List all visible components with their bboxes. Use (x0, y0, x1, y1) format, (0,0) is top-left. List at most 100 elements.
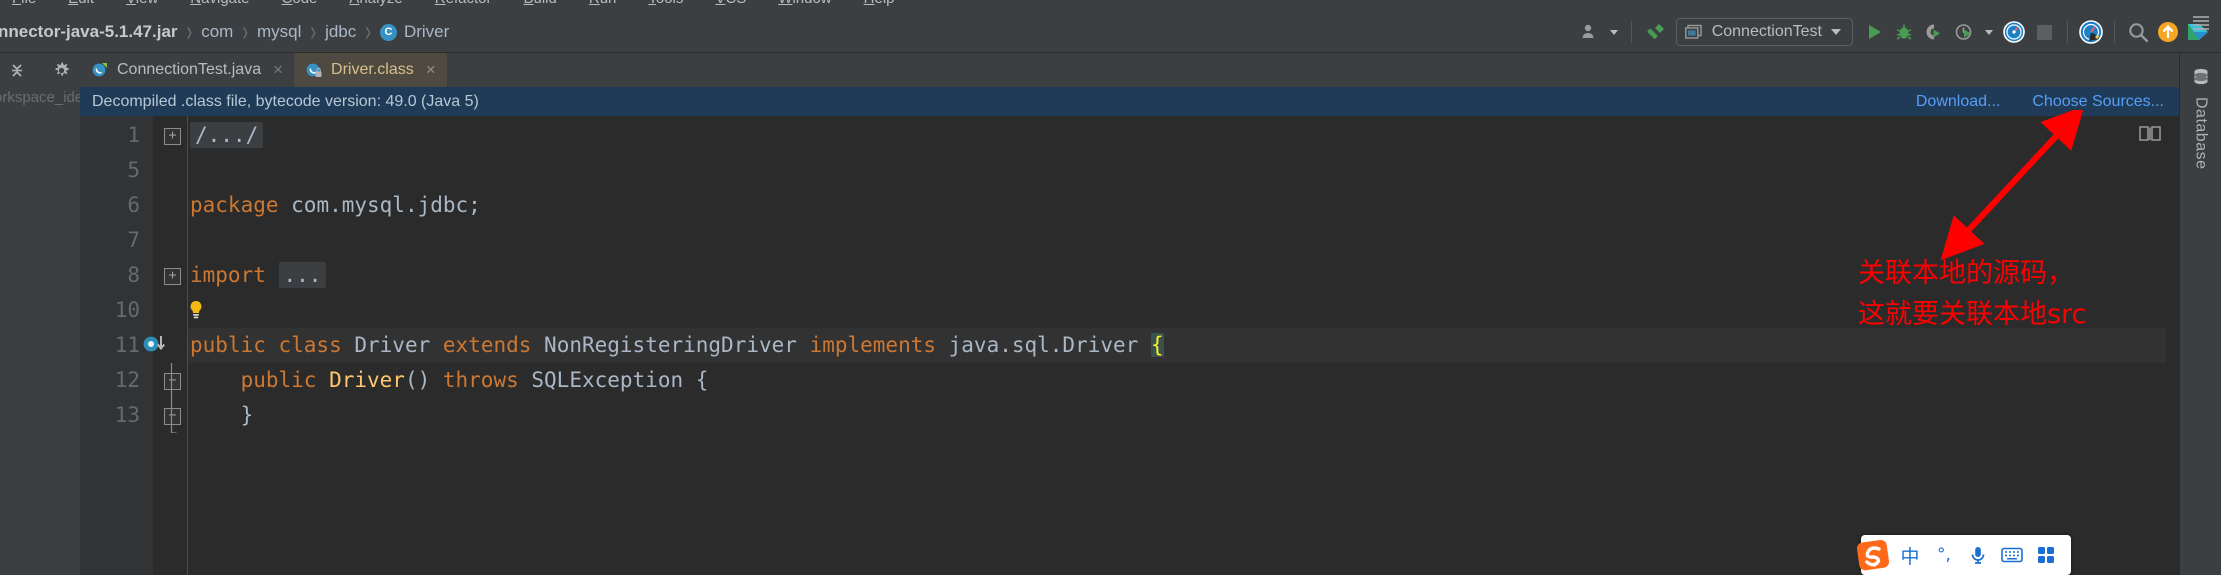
gauge-blue-icon[interactable] (1999, 17, 2029, 47)
code-editor[interactable]: 1 + /.../ 5 6 package com.mysql.jdbc; 7 8 + impor… (80, 116, 2180, 575)
code-line: 13− } (80, 398, 2180, 433)
code-text: public Driver() throws SQLException { (190, 368, 709, 392)
menu-item-file[interactable]: File (10, 0, 38, 7)
breadcrumb-item-1[interactable]: com (192, 22, 242, 42)
code-text: } (190, 403, 254, 427)
profiler-status-button[interactable] (2076, 17, 2106, 47)
editor-tabs: ConnectionTest.java × Driver.class × (80, 53, 2180, 87)
profile-dropdown-caret[interactable] (1979, 17, 1999, 47)
decompiled-class-icon (306, 63, 322, 77)
code-line: 1 + /.../ (80, 118, 2180, 153)
annotation-line-2: 这就要关联本地src (1858, 299, 2087, 330)
menu-item-analyze[interactable]: Analyze (347, 0, 404, 7)
run-config-label: ConnectionTest (1711, 23, 1822, 40)
menu-item-view[interactable]: View (124, 0, 160, 7)
ime-punctuation-mode[interactable]: °, (1927, 536, 1961, 574)
editor-tab-0[interactable]: ConnectionTest.java × (80, 53, 294, 87)
editor-tab-1[interactable]: Driver.class × (294, 53, 447, 87)
banner-message: Decompiled .class file, bytecode version… (92, 92, 479, 110)
ime-soft-keyboard[interactable] (1995, 536, 2029, 574)
intention-bulb-icon[interactable] (188, 300, 204, 322)
project-ghost-label: orkspace_ide (0, 89, 84, 106)
stop-button[interactable] (2029, 17, 2059, 47)
close-icon[interactable]: × (426, 60, 436, 80)
breadcrumb-item-3[interactable]: jdbc (316, 22, 365, 42)
breadcrumb-separator: › (242, 15, 248, 48)
menu-item-navigate[interactable]: Navigate (188, 0, 251, 7)
debug-button[interactable] (1889, 17, 1919, 47)
implementing-method-marker[interactable] (142, 334, 172, 356)
menu-item-build[interactable]: Build (521, 0, 558, 7)
sogou-pinyin-logo[interactable] (1855, 536, 1893, 574)
menu-item-run[interactable]: Run (587, 0, 619, 7)
build-hammer-icon[interactable] (1640, 17, 1670, 47)
reader-mode-icon[interactable] (2139, 124, 2161, 147)
search-everywhere-button[interactable] (2123, 17, 2153, 47)
toolbar-divider (1630, 21, 1632, 43)
editor-tab-label: Driver.class (331, 61, 414, 78)
line-number: 11 (114, 333, 140, 357)
java-class-icon (92, 63, 107, 77)
breadcrumb[interactable]: nnector-java-5.1.47.jar › com › mysql › jdbc › C… (0, 15, 458, 47)
ime-language-mode[interactable]: 中 (1893, 536, 1927, 574)
breadcrumb-item-2[interactable]: mysql (248, 22, 310, 42)
line-number: 1 (127, 123, 140, 147)
banner-link-download[interactable]: Download... (1916, 93, 2001, 111)
code-line: 12− public Driver() throws SQLException … (80, 363, 2180, 398)
navigation-bar: nnector-java-5.1.47.jar › com › mysql › jdbc › C… (0, 12, 2221, 53)
right-toolwindow-strip: Database (2179, 16, 2221, 575)
fold-region-bracket[interactable] (165, 363, 178, 434)
decompiled-file-banner: Decompiled .class file, bytecode version… (80, 87, 2180, 117)
menu-item-tools[interactable]: Tools (646, 0, 685, 7)
ime-voice-input[interactable] (1961, 536, 1995, 574)
menu-item-window[interactable]: Window (776, 0, 833, 7)
line-number: 7 (127, 228, 140, 252)
menu-bar: File Edit View Navigate Code Analyze Refactor B… (0, 0, 2221, 12)
database-cylinder-icon (2194, 68, 2207, 85)
breadcrumb-item-4[interactable]: C Driver (371, 22, 458, 42)
editor-tab-label: ConnectionTest.java (117, 61, 262, 78)
ime-toolbox[interactable] (2029, 536, 2063, 574)
menu-item-help[interactable]: Help (862, 0, 897, 7)
toolbar-divider-2 (2067, 21, 2068, 43)
collapse-all-icon[interactable] (2, 55, 32, 85)
fold-expand-icon[interactable]: + (164, 268, 181, 285)
profile-button[interactable] (1949, 17, 1979, 47)
update-project-button[interactable] (2153, 17, 2183, 47)
breadcrumb-item-0[interactable]: nnector-java-5.1.47.jar (0, 22, 187, 42)
code-text: import ... (190, 258, 327, 293)
breadcrumb-label: Driver (403, 22, 450, 41)
class-icon: C (379, 23, 397, 41)
code-text: package com.mysql.jdbc; (190, 193, 481, 217)
sidebar-item-database[interactable]: Database (2180, 67, 2221, 170)
fold-expand-icon[interactable]: + (164, 128, 181, 145)
database-tab-label: Database (2192, 97, 2210, 170)
chevron-down-icon[interactable] (1831, 29, 1841, 35)
breadcrumb-separator: › (186, 15, 193, 48)
annotation-line-1: 关联本地的源码， (1858, 258, 2074, 289)
toolbar-divider-3 (2114, 21, 2115, 43)
breadcrumb-label: com (201, 22, 234, 41)
line-number: 10 (114, 298, 140, 322)
menu-item-code[interactable]: Code (280, 0, 320, 7)
left-toolwindow-strip: orkspace_ide (0, 53, 99, 575)
settings-gear-icon[interactable] (46, 55, 76, 85)
run-button[interactable] (1859, 17, 1889, 47)
banner-link-choosesources[interactable]: Choose Sources... (2032, 93, 2164, 111)
line-number: 13 (114, 403, 140, 427)
line-number: 8 (127, 263, 140, 287)
menu-item-refactor[interactable]: Refactor (433, 0, 494, 7)
sogou-ime-toolbar[interactable]: 中 °, (1856, 535, 2071, 575)
run-configuration-selector[interactable]: ConnectionTest (1675, 18, 1853, 46)
close-icon[interactable]: × (273, 60, 283, 80)
user-dropdown-caret[interactable] (1605, 17, 1623, 47)
menu-item-vcs[interactable]: VCS (713, 0, 748, 7)
breadcrumb-separator: › (365, 15, 371, 48)
hamburger-menu-icon[interactable] (2192, 15, 2210, 36)
run-with-coverage-button[interactable] (1919, 17, 1949, 47)
editor-marker-scrollbar[interactable] (2166, 116, 2180, 575)
menu-item-edit[interactable]: Edit (66, 0, 96, 7)
breadcrumb-separator: › (310, 15, 317, 48)
code-line: 5 (80, 153, 2180, 188)
user-avatar-icon[interactable] (1575, 17, 1605, 47)
